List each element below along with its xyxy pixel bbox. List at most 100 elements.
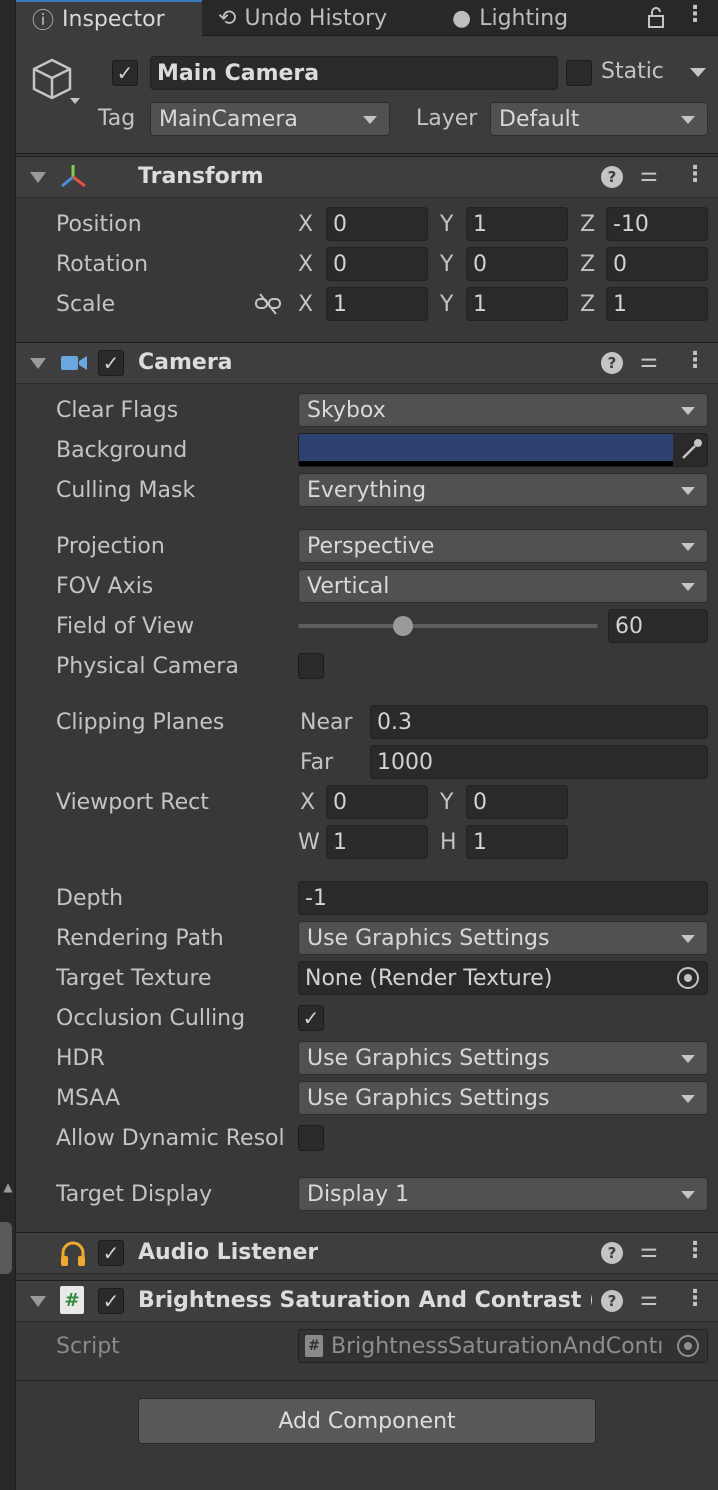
presets-icon[interactable]: ⚌: [640, 162, 658, 186]
viewport-h-value: 1: [473, 829, 487, 855]
scale-z-field[interactable]: 1: [606, 287, 708, 321]
viewport-x-field[interactable]: 0: [326, 785, 428, 819]
tab-lighting-label: Lighting: [479, 5, 569, 31]
bsc-foldout-icon[interactable]: [30, 1296, 46, 1307]
viewport-y-field[interactable]: 0: [466, 785, 568, 819]
axis-y-label: Y: [440, 252, 454, 277]
fov-value: 60: [615, 613, 643, 639]
target-texture-label: Target Texture: [56, 966, 212, 991]
lock-icon[interactable]: [644, 4, 668, 32]
projection-value: Perspective: [307, 533, 435, 559]
near-field[interactable]: 0.3: [370, 705, 708, 739]
axis-x-label: X: [298, 212, 314, 237]
camera-title: Camera: [138, 350, 233, 375]
help-icon[interactable]: ?: [601, 166, 623, 188]
scroll-up-arrow-icon[interactable]: ▲: [0, 1180, 16, 1200]
fov-slider-track[interactable]: [298, 624, 598, 628]
component-menu-icon[interactable]: ⋮: [684, 162, 706, 187]
chevron-down-icon: [681, 543, 695, 551]
physical-camera-checkbox[interactable]: [298, 653, 324, 679]
chevron-down-icon: [681, 1055, 695, 1063]
help-icon[interactable]: ?: [601, 1242, 623, 1264]
target-texture-field[interactable]: None (Render Texture): [298, 961, 708, 995]
tab-lighting[interactable]: ● Lighting: [452, 0, 602, 36]
occlusion-culling-checkbox[interactable]: ✓: [298, 1005, 324, 1031]
transform-foldout-icon[interactable]: [30, 172, 46, 183]
rotation-y-field[interactable]: 0: [466, 247, 568, 281]
far-field[interactable]: 1000: [370, 745, 708, 779]
object-active-checkbox[interactable]: ✓: [112, 60, 138, 86]
presets-icon[interactable]: ⚌: [640, 1238, 658, 1262]
add-component-label: Add Component: [278, 1408, 456, 1434]
presets-icon[interactable]: ⚌: [640, 1286, 658, 1310]
camera-enabled-checkbox[interactable]: ✓: [98, 350, 124, 376]
tab-inspector[interactable]: ⓘ Inspector: [16, 0, 202, 36]
depth-value: -1: [305, 885, 327, 911]
fov-slider-thumb[interactable]: [393, 616, 413, 636]
rendering-path-value: Use Graphics Settings: [307, 925, 550, 951]
viewport-h-field[interactable]: 1: [466, 825, 568, 859]
audio-listener-enabled-checkbox[interactable]: ✓: [98, 1240, 124, 1266]
rotation-x-field[interactable]: 0: [326, 247, 428, 281]
dynamic-resolution-checkbox[interactable]: [298, 1125, 324, 1151]
link-broken-icon[interactable]: [254, 292, 282, 316]
component-menu-icon[interactable]: ⋮: [684, 348, 706, 373]
target-display-dropdown[interactable]: Display 1: [298, 1177, 708, 1211]
object-name-field[interactable]: Main Camera: [150, 56, 558, 90]
bsc-enabled-checkbox[interactable]: ✓: [98, 1288, 124, 1314]
help-icon[interactable]: ?: [601, 352, 623, 374]
chevron-down-icon: [681, 1191, 695, 1199]
component-menu-icon[interactable]: ⋮: [684, 1286, 706, 1311]
rotation-z-field[interactable]: 0: [606, 247, 708, 281]
projection-dropdown[interactable]: Perspective: [298, 529, 708, 563]
tab-menu-icon[interactable]: ⋮: [684, 2, 706, 27]
axis-x-label: X: [298, 252, 314, 277]
msaa-dropdown[interactable]: Use Graphics Settings: [298, 1081, 708, 1115]
chevron-down-icon: [681, 487, 695, 495]
camera-foldout-icon[interactable]: [30, 358, 46, 369]
position-y-field[interactable]: 1: [466, 207, 568, 241]
viewport-y-value: 0: [473, 789, 487, 815]
static-dropdown-icon[interactable]: [690, 68, 706, 77]
fov-axis-dropdown[interactable]: Vertical: [298, 569, 708, 603]
gameobject-cube-icon[interactable]: [30, 56, 84, 112]
background-color-field[interactable]: [298, 433, 708, 467]
fov-value-field[interactable]: 60: [608, 609, 708, 643]
scrollbar-thumb[interactable]: [0, 1222, 12, 1274]
scale-x-field[interactable]: 1: [326, 287, 428, 321]
audio-listener-title: Audio Listener: [138, 1240, 319, 1265]
fov-axis-value: Vertical: [307, 573, 390, 599]
static-checkbox[interactable]: [566, 60, 592, 86]
tag-dropdown[interactable]: MainCamera: [150, 102, 390, 136]
physical-camera-label: Physical Camera: [56, 654, 239, 679]
depth-field[interactable]: -1: [298, 881, 708, 915]
layer-dropdown[interactable]: Default: [490, 102, 708, 136]
transform-title: Transform: [138, 164, 264, 189]
eyedropper-icon[interactable]: [677, 436, 705, 464]
static-label: Static: [601, 59, 664, 84]
position-x-field[interactable]: 0: [326, 207, 428, 241]
rendering-path-dropdown[interactable]: Use Graphics Settings: [298, 921, 708, 955]
presets-icon[interactable]: ⚌: [640, 348, 658, 372]
culling-mask-dropdown[interactable]: Everything: [298, 473, 708, 507]
tab-undo-history[interactable]: ⟲ Undo History: [218, 0, 438, 36]
near-value: 0.3: [377, 709, 412, 735]
clear-flags-label: Clear Flags: [56, 398, 179, 423]
position-y-value: 1: [473, 211, 487, 237]
component-menu-icon[interactable]: ⋮: [684, 1238, 706, 1263]
field-of-view-label: Field of View: [56, 614, 195, 639]
chevron-down-icon: [681, 116, 695, 124]
help-icon[interactable]: ?: [601, 1290, 623, 1312]
scale-y-field[interactable]: 1: [466, 287, 568, 321]
viewport-w-field[interactable]: 1: [326, 825, 428, 859]
scale-x-value: 1: [333, 291, 347, 317]
target-texture-value: None (Render Texture): [305, 965, 553, 991]
script-file-icon: #: [305, 1335, 323, 1357]
background-label: Background: [56, 438, 188, 463]
position-z-field[interactable]: -10: [606, 207, 708, 241]
clear-flags-dropdown[interactable]: Skybox: [298, 393, 708, 427]
add-component-button[interactable]: Add Component: [138, 1398, 596, 1444]
object-picker-icon[interactable]: [677, 967, 699, 989]
target-display-value: Display 1: [307, 1181, 410, 1207]
hdr-dropdown[interactable]: Use Graphics Settings: [298, 1041, 708, 1075]
